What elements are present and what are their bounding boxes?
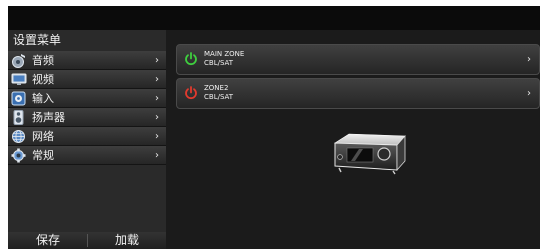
- load-button[interactable]: 加载: [88, 232, 166, 249]
- menu-item-label: 音频: [32, 54, 54, 67]
- input-icon: [11, 91, 26, 106]
- menu-item-label: 视频: [32, 73, 54, 86]
- zone-panel: MAIN ZONE CBL/SAT › ZONE2 CBL/SAT ›: [166, 30, 540, 249]
- speaker-icon: [13, 110, 24, 125]
- menu-item-speakers[interactable]: 扬声器 ›: [8, 108, 166, 127]
- zone-name: ZONE2: [204, 84, 229, 92]
- zone-source: CBL/SAT: [204, 93, 234, 101]
- av-receiver-image: [334, 133, 406, 175]
- power-on-icon: [185, 52, 197, 66]
- audio-icon: [12, 54, 25, 68]
- menu-item-audio[interactable]: 音频 ›: [8, 51, 166, 70]
- chevron-right-icon: ›: [527, 54, 531, 65]
- menu-item-label: 网络: [32, 130, 54, 143]
- save-button[interactable]: 保存: [8, 232, 88, 249]
- setup-screen: 设置菜单 音频 › 视频 › 输入 › 扬声器 › 网络 › 常规 › 保存 加…: [8, 6, 540, 249]
- chevron-right-icon: ›: [155, 93, 159, 104]
- bottom-bar: 保存 加载: [8, 232, 166, 249]
- chevron-right-icon: ›: [527, 88, 531, 99]
- menu-item-video[interactable]: 视频 ›: [8, 70, 166, 89]
- chevron-right-icon: ›: [155, 74, 159, 85]
- zone-row-zone2[interactable]: ZONE2 CBL/SAT ›: [176, 78, 540, 109]
- video-icon: [11, 73, 27, 85]
- menu-item-input[interactable]: 输入 ›: [8, 89, 166, 108]
- chevron-right-icon: ›: [155, 131, 159, 142]
- menu-item-label: 常规: [32, 149, 54, 162]
- zone-row-main-zone[interactable]: MAIN ZONE CBL/SAT ›: [176, 44, 540, 75]
- setup-sidebar: 设置菜单 音频 › 视频 › 输入 › 扬声器 › 网络 › 常规 › 保存 加…: [8, 30, 166, 249]
- top-bar: [8, 6, 540, 30]
- chevron-right-icon: ›: [155, 55, 159, 66]
- power-off-icon: [185, 86, 197, 100]
- sidebar-title: 设置菜单: [13, 33, 62, 47]
- menu-item-network[interactable]: 网络 ›: [8, 127, 166, 146]
- menu-item-label: 输入: [32, 92, 54, 105]
- zone-source: CBL/SAT: [204, 59, 234, 67]
- menu-item-label: 扬声器: [32, 111, 65, 124]
- network-icon: [12, 130, 25, 143]
- zone-name: MAIN ZONE: [204, 50, 245, 58]
- chevron-right-icon: ›: [155, 112, 159, 123]
- chevron-right-icon: ›: [155, 150, 159, 161]
- gear-icon: [11, 148, 26, 163]
- menu-item-general[interactable]: 常规 ›: [8, 146, 166, 165]
